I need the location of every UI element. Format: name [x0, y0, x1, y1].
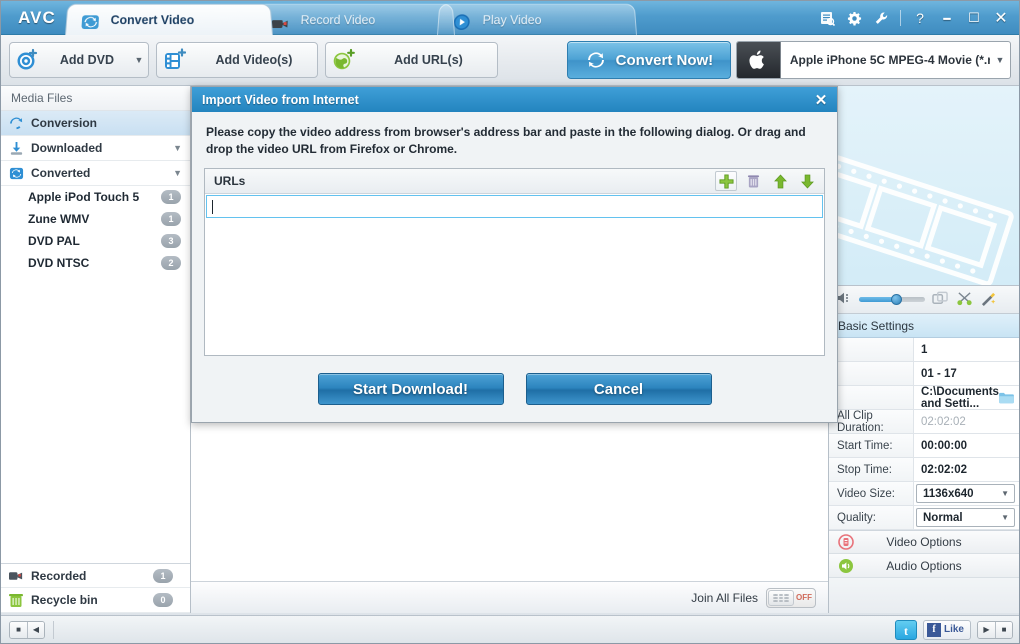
delete-url-row-icon[interactable] — [742, 171, 764, 191]
tab-convert-video[interactable]: Convert Video — [65, 4, 273, 35]
tab-convert-video-label: Convert Video — [110, 13, 194, 27]
move-url-down-icon[interactable] — [796, 171, 818, 191]
text-cursor — [212, 200, 213, 214]
application-window: AVC Convert Video — [0, 0, 1020, 644]
camcorder-icon — [270, 11, 291, 29]
url-list-header-label: URLs — [214, 174, 245, 188]
modal-overlay: Import Video from Internet ✕ Please copy… — [1, 1, 1020, 644]
cancel-button[interactable]: Cancel — [526, 373, 712, 405]
tab-play-video-label: Play Video — [482, 13, 541, 27]
url-input[interactable] — [206, 195, 823, 218]
add-url-row-icon[interactable] — [715, 171, 737, 191]
convert-video-icon — [80, 11, 101, 29]
start-download-button[interactable]: Start Download! — [318, 373, 504, 405]
dialog-close-icon[interactable]: ✕ — [811, 90, 831, 110]
tab-play-video[interactable]: Play Video — [437, 4, 637, 35]
tab-record-video[interactable]: Record Video — [255, 4, 455, 35]
url-list-empty-area[interactable] — [205, 219, 824, 355]
url-list-toolbar — [715, 171, 818, 191]
dialog-description: Please copy the video address from brows… — [192, 112, 837, 166]
move-url-up-icon[interactable] — [769, 171, 791, 191]
play-circle-icon — [452, 11, 473, 29]
dialog-footer: Start Download! Cancel — [192, 356, 837, 422]
url-list-box: URLs — [204, 168, 825, 356]
dialog-title-bar: Import Video from Internet ✕ — [192, 87, 837, 112]
tab-record-video-label: Record Video — [300, 13, 375, 27]
import-video-dialog: Import Video from Internet ✕ Please copy… — [191, 86, 838, 423]
url-list-header: URLs — [205, 169, 824, 194]
dialog-title: Import Video from Internet — [202, 93, 359, 107]
